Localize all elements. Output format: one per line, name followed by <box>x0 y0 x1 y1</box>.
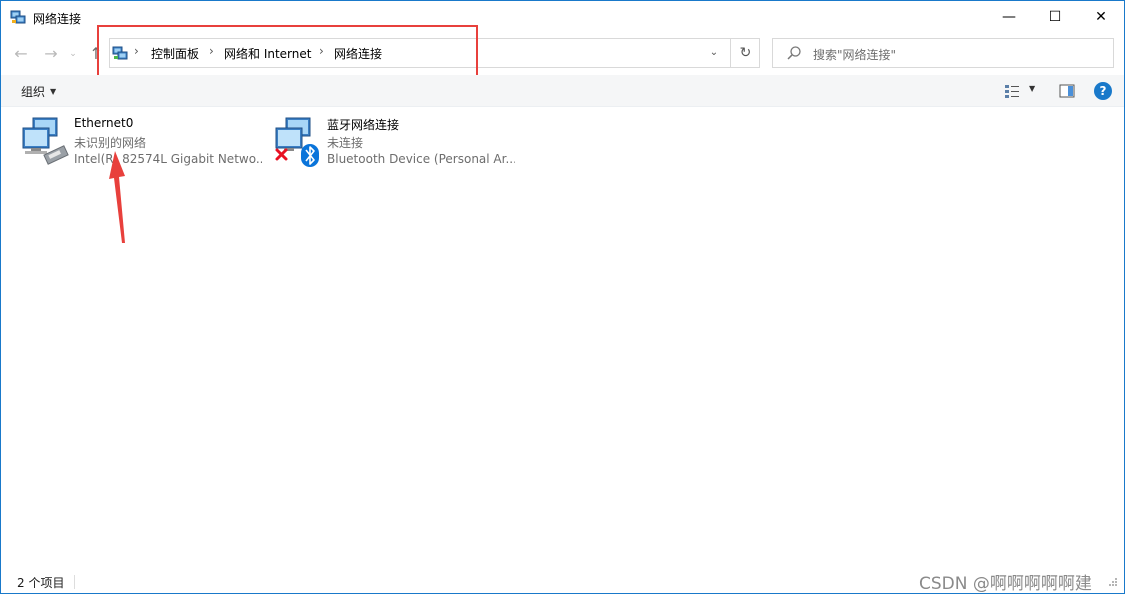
search-placeholder: 搜索"网络连接" <box>813 48 897 62</box>
breadcrumb-separator[interactable]: › <box>209 44 214 58</box>
back-button[interactable]: ← <box>11 44 31 64</box>
connection-name: 蓝牙网络连接 <box>327 118 400 132</box>
status-bar: 2 个项目 CSDN @啊啊啊啊啊建 <box>1 571 1124 594</box>
status-divider <box>74 575 75 589</box>
help-icon[interactable]: ? <box>1094 82 1112 100</box>
item-count: 2 个项目 <box>17 576 65 590</box>
maximize-button[interactable]: ☐ <box>1032 1 1078 33</box>
close-button[interactable]: ✕ <box>1078 1 1124 33</box>
search-box[interactable]: 搜索"网络连接" <box>772 38 1114 68</box>
breadcrumb-network-connections[interactable]: 网络连接 <box>334 45 382 62</box>
preview-pane-icon[interactable] <box>1059 83 1075 99</box>
up-button[interactable]: ↑ <box>86 44 106 64</box>
organize-label: 组织 <box>21 85 46 99</box>
control-panel-icon <box>112 46 128 60</box>
network-connections-window: 网络连接 — ☐ ✕ ← → ⌄ ↑ › 控制面板 › 网络和 Internet… <box>0 0 1125 594</box>
minimize-icon: — <box>1002 9 1016 25</box>
breadcrumb-network-internet[interactable]: 网络和 Internet <box>224 45 311 62</box>
resize-grip-icon[interactable] <box>1106 577 1118 589</box>
title-bar[interactable]: 网络连接 — ☐ ✕ <box>1 1 1124 33</box>
window-title: 网络连接 <box>33 12 82 26</box>
breadcrumb-control-panel[interactable]: 控制面板 <box>151 45 199 62</box>
connections-list: Ethernet0 未识别的网络 Intel(R) 82574L Gigabit… <box>1 108 1124 568</box>
navigation-bar: ← → ⌄ ↑ › 控制面板 › 网络和 Internet › 网络连接 ⌄ ↻ <box>1 33 1124 75</box>
connection-device: Intel(R) 82574L Gigabit Netwo... <box>74 152 262 166</box>
command-bar: 组织 ▼ ▼ ? <box>1 75 1124 107</box>
minimize-button[interactable]: — <box>986 1 1032 33</box>
forward-button[interactable]: → <box>41 44 61 64</box>
connection-item-bluetooth[interactable]: 蓝牙网络连接 未连接 Bluetooth Device (Personal Ar… <box>272 116 522 176</box>
breadcrumb-separator[interactable]: › <box>319 44 324 58</box>
refresh-button[interactable]: ↻ <box>730 39 760 67</box>
connection-item-ethernet[interactable]: Ethernet0 未识别的网络 Intel(R) 82574L Gigabit… <box>19 116 269 176</box>
ethernet-adapter-icon <box>22 117 69 165</box>
close-icon: ✕ <box>1095 9 1107 25</box>
bluetooth-adapter-icon <box>275 117 319 167</box>
connection-status: 未连接 <box>327 136 364 150</box>
address-history-dropdown[interactable]: ⌄ <box>707 44 721 62</box>
change-view-icon[interactable] <box>1004 83 1020 99</box>
chevron-down-icon: ▼ <box>50 87 57 96</box>
connection-name: Ethernet0 <box>74 116 134 130</box>
connection-status: 未识别的网络 <box>74 136 147 150</box>
recent-locations-button[interactable]: ⌄ <box>67 44 79 64</box>
search-icon <box>787 46 801 60</box>
disconnected-x-icon <box>275 148 288 161</box>
connection-device: Bluetooth Device (Personal Ar... <box>327 152 515 166</box>
maximize-icon: ☐ <box>1048 9 1062 25</box>
breadcrumb-separator[interactable]: › <box>134 44 139 58</box>
view-options-chevron-icon[interactable]: ▼ <box>1029 84 1035 93</box>
organize-menu[interactable]: 组织 ▼ <box>21 83 56 100</box>
watermark: CSDN @啊啊啊啊啊建 <box>919 574 1092 594</box>
address-bar[interactable]: › 控制面板 › 网络和 Internet › 网络连接 ⌄ ↻ <box>109 38 760 68</box>
network-connections-icon <box>10 10 26 24</box>
